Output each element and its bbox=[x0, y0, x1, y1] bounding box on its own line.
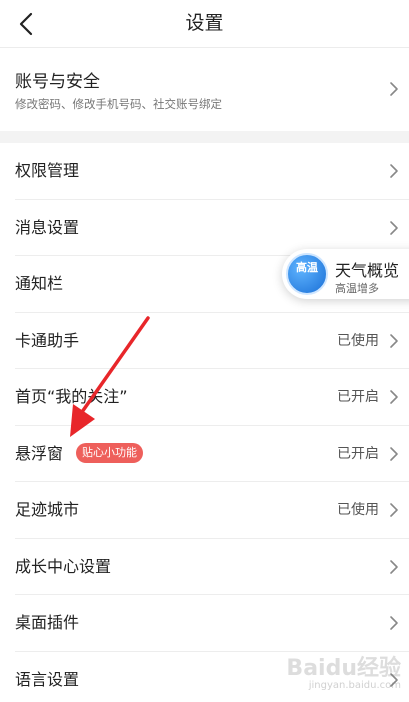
settings-item-status: 已开启 bbox=[337, 389, 379, 405]
account-security-label: 账号与安全 bbox=[15, 72, 100, 92]
chevron-right-icon bbox=[389, 163, 399, 179]
page-title: 设置 bbox=[185, 12, 224, 34]
settings-item-label: 卡通助手 bbox=[15, 330, 80, 350]
settings-item-label: 成长中心设置 bbox=[15, 556, 112, 576]
chevron-right-icon bbox=[389, 559, 399, 575]
weather-icon: 高温 bbox=[286, 253, 328, 295]
settings-item-messages[interactable]: 消息设置 bbox=[0, 199, 409, 256]
settings-item-label: 足迹城市 bbox=[15, 500, 80, 519]
settings-item-footprint-cities[interactable]: 足迹城市 已使用 bbox=[0, 482, 409, 539]
section-divider bbox=[0, 131, 409, 143]
chevron-right-icon bbox=[389, 672, 399, 688]
chevron-right-icon bbox=[389, 220, 399, 236]
settings-item-label: 桌面插件 bbox=[15, 613, 80, 632]
settings-item-label: 语言设置 bbox=[15, 669, 80, 689]
settings-item-label: 悬浮窗 bbox=[15, 443, 64, 463]
settings-item-status: 已使用 bbox=[337, 332, 379, 349]
chevron-right-icon bbox=[389, 615, 399, 631]
settings-item-floating-window[interactable]: 悬浮窗 贴心小功能 已开启 bbox=[0, 425, 409, 482]
chevron-right-icon bbox=[389, 389, 399, 405]
weather-icon-text: 高温 bbox=[296, 261, 318, 274]
settings-item-status: 已开启 bbox=[337, 445, 379, 462]
chevron-right-icon bbox=[389, 446, 399, 462]
weather-widget-title: 天气概览 bbox=[335, 261, 400, 280]
chevron-right-icon bbox=[389, 333, 399, 349]
account-security-item[interactable]: 账号与安全 修改密码、修改手机号码、社交账号绑定 bbox=[0, 49, 409, 131]
settings-item-language[interactable]: 语言设置 bbox=[0, 651, 409, 702]
settings-item-status: 已使用 bbox=[337, 502, 379, 518]
chevron-right-icon bbox=[389, 502, 399, 518]
account-security-subtitle: 修改密码、修改手机号码、社交账号绑定 bbox=[15, 97, 222, 111]
top-nav-bar: 设置 bbox=[0, 0, 409, 48]
settings-item-label: 通知栏 bbox=[15, 274, 64, 293]
floating-weather-widget[interactable]: 高温 天气概览 高温增多 bbox=[282, 249, 409, 299]
settings-item-label: 权限管理 bbox=[15, 161, 80, 180]
feature-badge: 贴心小功能 bbox=[76, 442, 143, 463]
settings-item-desktop-widgets[interactable]: 桌面插件 bbox=[0, 595, 409, 652]
chevron-right-icon bbox=[389, 81, 399, 97]
settings-item-permissions[interactable]: 权限管理 bbox=[0, 143, 409, 200]
settings-item-my-follows[interactable]: 首页“我的关注” 已开启 bbox=[0, 369, 409, 426]
settings-item-label: 消息设置 bbox=[15, 217, 80, 237]
settings-item-growth-center[interactable]: 成长中心设置 bbox=[0, 538, 409, 595]
settings-item-cartoon-assistant[interactable]: 卡通助手 已使用 bbox=[0, 312, 409, 369]
settings-list: 权限管理 消息设置 通知栏 卡通助手 已使用 首页“我的关注” 已开启 悬浮窗 … bbox=[0, 143, 409, 702]
weather-widget-subtitle: 高温增多 bbox=[335, 282, 379, 295]
settings-item-label: 首页“我的关注” bbox=[15, 387, 128, 406]
